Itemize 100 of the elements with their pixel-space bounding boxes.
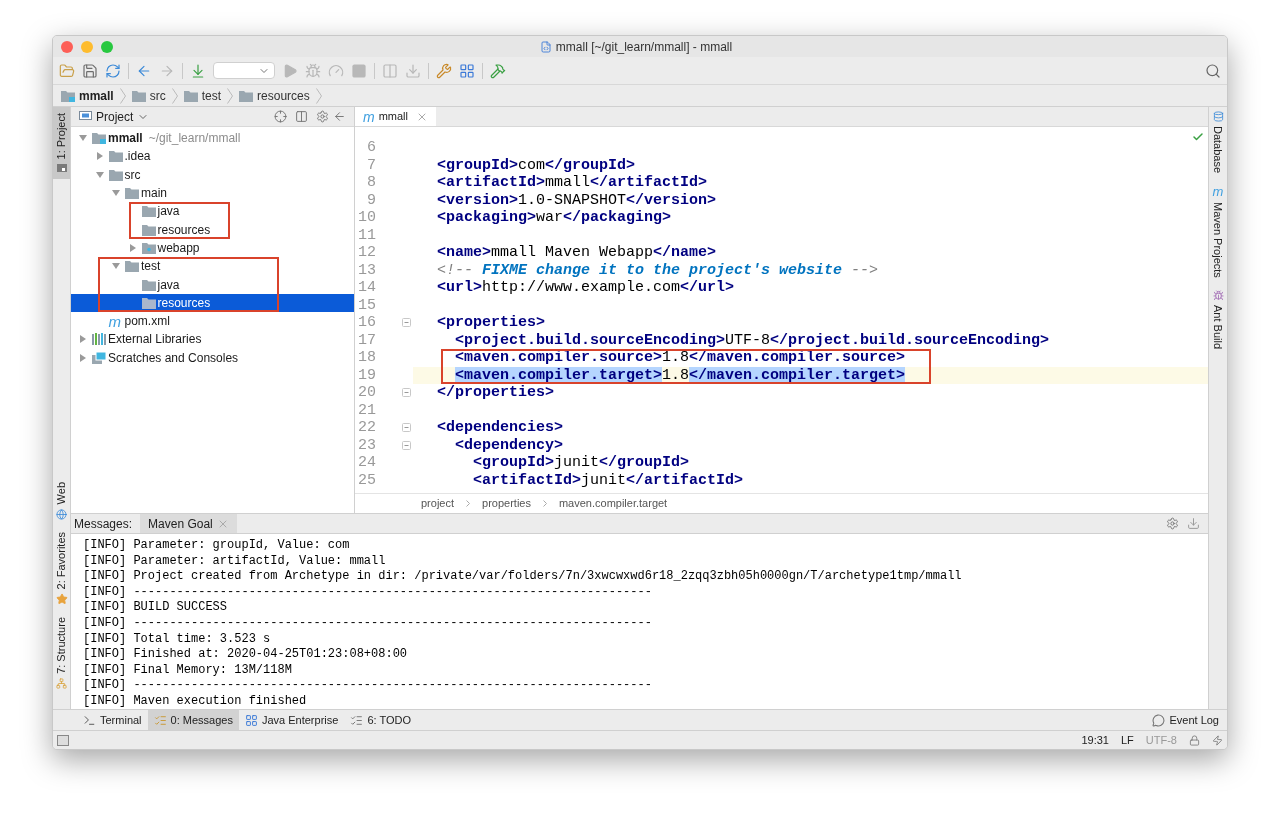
debug-icon[interactable] bbox=[305, 62, 321, 79]
code-line: <packaging>war</packaging> bbox=[437, 209, 672, 227]
collapsed-arrow-icon[interactable] bbox=[95, 152, 104, 161]
download-icon[interactable] bbox=[405, 62, 421, 79]
breadcrumb-item[interactable]: maven.compiler.target bbox=[558, 495, 668, 512]
tree-item[interactable]: resources bbox=[71, 220, 354, 239]
line-separator[interactable]: LF bbox=[1121, 731, 1134, 749]
tool-window-tab[interactable]: Terminal bbox=[77, 710, 148, 730]
settings[interactable] bbox=[436, 62, 452, 79]
folder-icon bbox=[141, 296, 156, 309]
tool-window-tab[interactable]: m Maven Projects bbox=[1209, 185, 1227, 278]
chevron-icon bbox=[119, 87, 126, 104]
breadcrumb-item[interactable]: resources bbox=[257, 86, 310, 105]
collapsed-arrow-icon[interactable] bbox=[79, 353, 87, 362]
chevron-icon bbox=[227, 87, 234, 104]
tree-item[interactable]: resources bbox=[71, 293, 354, 312]
tree-item[interactable]: src bbox=[71, 165, 354, 184]
tool-window-tab[interactable]: 7: Structure bbox=[53, 611, 70, 695]
maven-icon: m bbox=[363, 109, 375, 124]
tree-item[interactable]: webapp bbox=[71, 238, 354, 258]
expanded-arrow-icon[interactable] bbox=[95, 170, 104, 179]
breadcrumb-item[interactable]: test bbox=[201, 86, 222, 105]
tool-window-tab[interactable]: 0: Messages bbox=[147, 710, 239, 730]
code-line: <version>1.0-SNAPSHOT</version> bbox=[437, 191, 717, 209]
chevron-icon bbox=[171, 87, 178, 104]
save-icon[interactable] bbox=[82, 62, 98, 79]
line-number: 23 bbox=[357, 436, 376, 454]
download-icon[interactable] bbox=[1187, 517, 1200, 530]
folder-icon bbox=[61, 89, 75, 102]
terminal-icon bbox=[83, 713, 96, 727]
locate-icon[interactable] bbox=[274, 110, 287, 123]
search-icon[interactable] bbox=[1205, 62, 1221, 79]
line-number: 10 bbox=[357, 209, 376, 227]
run-icon[interactable] bbox=[282, 62, 298, 79]
messages-tab[interactable]: Maven Goal bbox=[140, 514, 237, 533]
expanded-arrow-icon[interactable] bbox=[79, 134, 87, 143]
ant-icon bbox=[1212, 289, 1224, 301]
folder-icon bbox=[131, 89, 146, 102]
panel-title[interactable]: Project bbox=[96, 107, 134, 126]
run-configuration-dropdown[interactable] bbox=[213, 62, 275, 79]
folder-icon bbox=[92, 132, 106, 145]
tool-window-tab[interactable]: Web bbox=[53, 476, 70, 526]
line-number: 7 bbox=[366, 156, 376, 174]
zoom-button[interactable] bbox=[101, 40, 113, 53]
fold-icon[interactable] bbox=[402, 423, 411, 433]
stop-icon[interactable] bbox=[351, 62, 367, 79]
breadcrumb-item[interactable]: project bbox=[421, 495, 455, 512]
expanded-arrow-icon[interactable] bbox=[112, 262, 120, 271]
tool-window-tab[interactable]: 6: TODO bbox=[344, 710, 417, 730]
caret-position[interactable]: 19:31 bbox=[1081, 731, 1109, 749]
tool-window-tab[interactable]: 1: Project bbox=[53, 107, 70, 180]
breadcrumb-item[interactable]: mmall bbox=[79, 86, 114, 105]
fold-icon[interactable] bbox=[402, 318, 411, 328]
console-line: [INFO] Project created from Archetype in dir: /private/var/folders/7n/3xwcwxwd6r18_2zqq3zbh05h0000gn/T/archetype1tmp/mmall bbox=[83, 569, 962, 585]
close-button[interactable] bbox=[61, 40, 73, 53]
folder-icon bbox=[108, 150, 123, 163]
expanded-arrow-icon[interactable] bbox=[112, 189, 120, 198]
tree-item[interactable]: java bbox=[71, 275, 354, 294]
fold-icon[interactable] bbox=[402, 440, 411, 450]
settings-icon[interactable] bbox=[1166, 517, 1179, 530]
tree-item[interactable]: mmall ~/git_learn/mmall bbox=[71, 129, 354, 148]
tool-window-tab[interactable]: Java Enterprise bbox=[238, 710, 345, 730]
line-number: 25 bbox=[357, 471, 376, 489]
event-log-tab[interactable]: Event Log bbox=[1152, 711, 1219, 729]
line-number: 17 bbox=[357, 331, 376, 349]
code-line: <maven.compiler.target>1.8</maven.compiler.target> bbox=[454, 366, 906, 384]
structure-icon[interactable] bbox=[459, 62, 475, 79]
breadcrumb-item[interactable]: src bbox=[149, 86, 166, 105]
tool-window-tab[interactable]: 2: Favorites bbox=[53, 525, 70, 612]
tree-item[interactable]: .idea bbox=[71, 147, 354, 166]
tree-item[interactable]: java bbox=[71, 202, 354, 221]
refresh-icon[interactable] bbox=[105, 62, 121, 79]
window-title: mmall [~/git_learn/mmall] - mmall bbox=[555, 38, 733, 56]
code-line: <groupId>junit</groupId> bbox=[472, 454, 690, 472]
code-line: <url>http://www.example.com</url> bbox=[437, 279, 735, 297]
file-icon bbox=[539, 40, 552, 53]
tool-window-tab[interactable]: Ant Build bbox=[1209, 289, 1227, 349]
breadcrumb-item[interactable]: properties bbox=[482, 495, 531, 512]
console-line: [INFO] BUILD SUCCESS bbox=[83, 600, 228, 616]
folder-icon bbox=[125, 187, 139, 200]
collapsed-arrow-icon[interactable] bbox=[128, 243, 137, 252]
code-line: <groupId>com</groupId> bbox=[437, 156, 636, 174]
layout-icon[interactable] bbox=[382, 62, 398, 79]
fold-icon[interactable] bbox=[402, 388, 411, 398]
tree-item[interactable]: Scratches and Consoles bbox=[71, 348, 354, 367]
tool-windows-icon[interactable] bbox=[57, 734, 69, 746]
minimize-button[interactable] bbox=[81, 40, 93, 53]
tree-item[interactable]: m pom.xml bbox=[71, 311, 354, 331]
folder-icon[interactable] bbox=[59, 62, 75, 79]
lock-icon[interactable] bbox=[1189, 734, 1200, 746]
collapsed-arrow-icon[interactable] bbox=[79, 335, 87, 344]
tree-item[interactable]: test bbox=[71, 257, 354, 276]
folder-icon bbox=[141, 278, 156, 291]
folder-icon bbox=[108, 168, 123, 181]
line-number: 14 bbox=[357, 279, 376, 297]
tree-item[interactable]: External Libraries bbox=[71, 330, 354, 349]
editor-tab[interactable]: m mmall bbox=[355, 107, 436, 126]
tool-window-tab[interactable]: Database bbox=[1209, 111, 1227, 174]
tree-item[interactable]: main bbox=[71, 183, 354, 203]
settings-icon[interactable] bbox=[316, 110, 329, 123]
